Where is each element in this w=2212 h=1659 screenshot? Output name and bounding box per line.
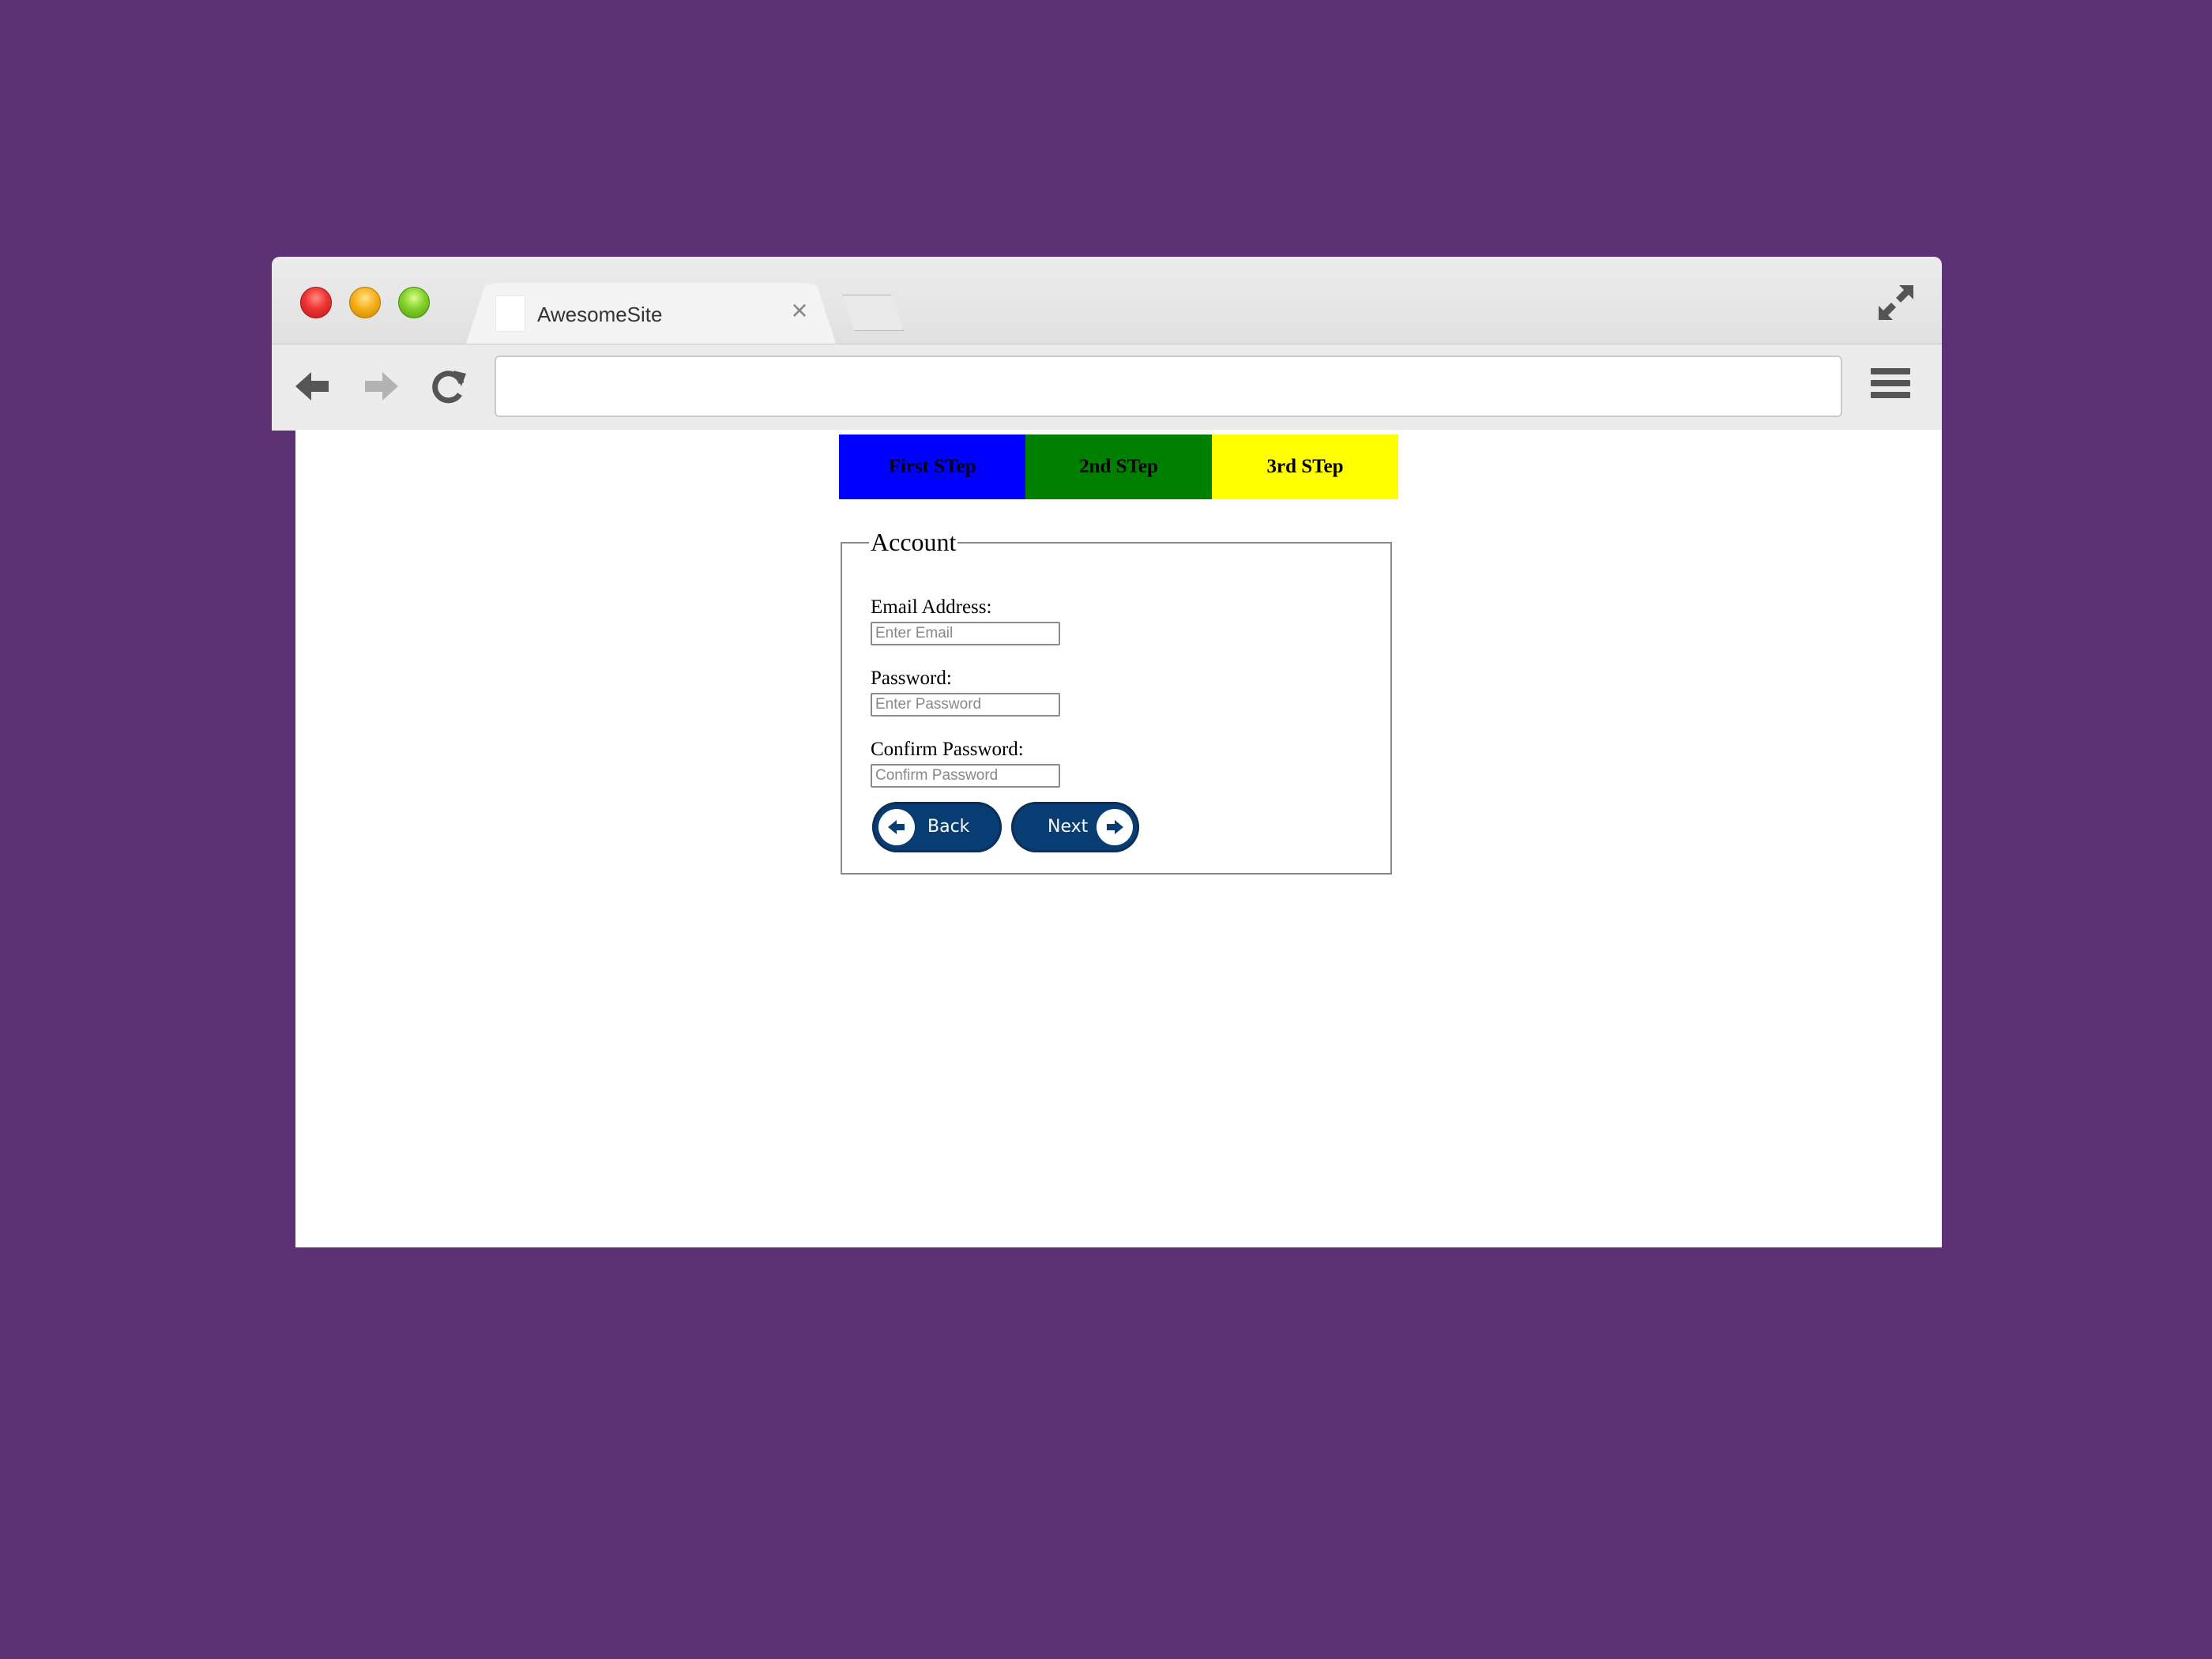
next-button[interactable]: Next — [1011, 802, 1139, 852]
browser-toolbar — [272, 344, 1942, 431]
back-arrow-icon[interactable] — [291, 364, 335, 408]
minimize-window-button[interactable] — [349, 287, 381, 318]
browser-window: AwesomeSite × First STep 2nd STep 3rd ST… — [272, 257, 1942, 1247]
right-arrow-icon — [1097, 809, 1133, 845]
account-fieldset: Account Email Address: Password: Confirm… — [841, 528, 1392, 875]
page-icon — [496, 296, 525, 331]
address-bar[interactable] — [495, 356, 1842, 417]
browser-chrome: AwesomeSite × — [272, 257, 1942, 431]
tab-title: AwesomeSite — [537, 303, 663, 326]
menu-icon[interactable] — [1871, 368, 1910, 403]
step-indicator: First STep 2nd STep 3rd STep — [839, 434, 1398, 499]
left-arrow-icon — [878, 809, 915, 845]
new-tab-button[interactable] — [842, 295, 904, 331]
confirm-password-label: Confirm Password: — [871, 739, 1024, 760]
close-window-button[interactable] — [300, 287, 332, 318]
step-second[interactable]: 2nd STep — [1025, 434, 1212, 499]
password-input[interactable] — [871, 693, 1060, 717]
confirm-password-input[interactable] — [871, 764, 1060, 788]
page-viewport: First STep 2nd STep 3rd STep Account Ema… — [295, 430, 1942, 1247]
back-button[interactable]: Back — [872, 802, 1002, 852]
email-input[interactable] — [871, 622, 1060, 645]
maximize-window-button[interactable] — [398, 287, 430, 318]
next-button-label: Next — [1048, 817, 1089, 837]
step-third[interactable]: 3rd STep — [1212, 434, 1398, 499]
forward-arrow-icon[interactable] — [359, 364, 403, 408]
fullscreen-icon[interactable] — [1874, 280, 1918, 325]
password-label: Password: — [871, 668, 952, 689]
close-icon[interactable]: × — [785, 296, 814, 325]
email-label: Email Address: — [871, 596, 992, 618]
account-legend: Account — [871, 528, 957, 556]
tab-strip: AwesomeSite × — [272, 257, 1942, 346]
back-button-label: Back — [927, 817, 970, 837]
reload-icon[interactable] — [427, 364, 471, 408]
step-first[interactable]: First STep — [839, 434, 1025, 499]
